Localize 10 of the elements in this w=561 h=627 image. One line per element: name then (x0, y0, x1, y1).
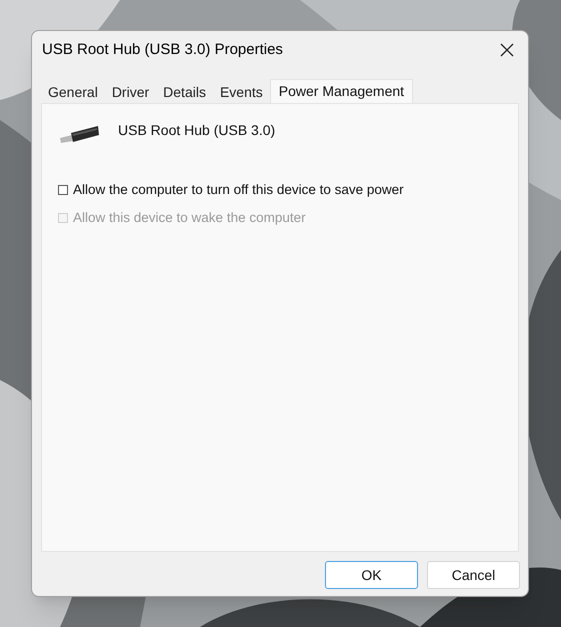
window-title: USB Root Hub (USB 3.0) Properties (42, 40, 283, 60)
ok-button[interactable]: OK (325, 561, 418, 589)
usb-plug-icon (58, 124, 100, 146)
cancel-button[interactable]: Cancel (427, 561, 520, 589)
checkbox[interactable] (58, 185, 68, 196)
checkbox-label: Allow this device to wake the computer (73, 209, 306, 228)
checkbox-label: Allow the computer to turn off this device to save power (73, 181, 404, 199)
close-icon[interactable] (500, 43, 514, 57)
device-name: USB Root Hub (USB 3.0) (118, 120, 276, 140)
tab[interactable]: Power Management (270, 79, 414, 103)
